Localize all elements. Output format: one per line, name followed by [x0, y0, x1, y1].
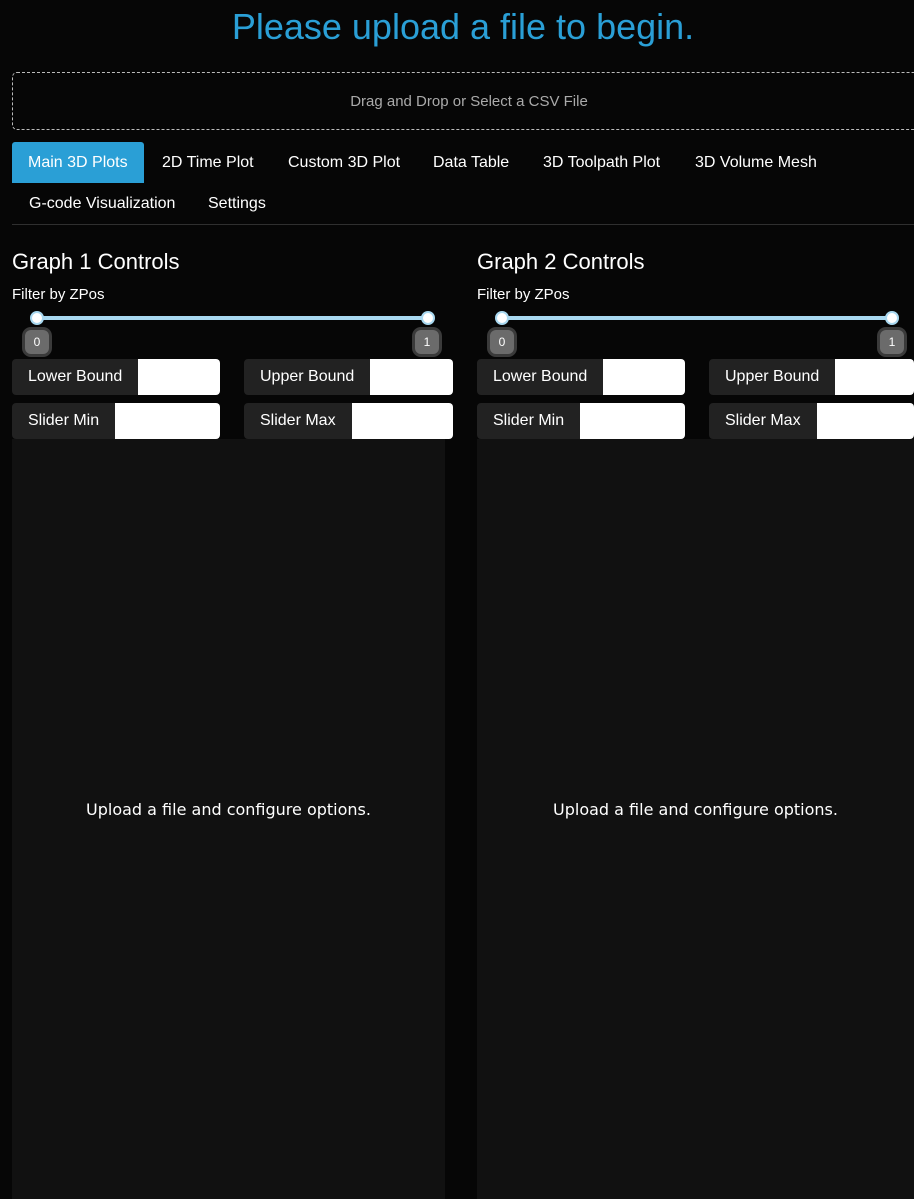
graph1-panel: Graph 1 Controls Filter by ZPos 0 1 Lowe…	[12, 248, 453, 1199]
graph1-slider-min-label: Slider Min	[12, 403, 116, 439]
graph1-heading: Graph 1 Controls	[12, 249, 180, 274]
graph1-slider-max-input[interactable]	[351, 403, 453, 439]
graph2-slider-min-label: Slider Min	[477, 403, 581, 439]
graph1-zpos-slider-track[interactable]	[37, 316, 428, 320]
graph1-slider-max-tooltip: 1	[415, 330, 439, 354]
csv-upload-dropzone[interactable]: Drag and Drop or Select a CSV File	[12, 72, 914, 130]
graph2-slider-min-input[interactable]	[580, 403, 685, 439]
graph1-plot-area[interactable]: Upload a file and configure options.	[12, 439, 445, 1199]
graph2-upper-bound-label: Upper Bound	[709, 359, 836, 395]
graph2-upper-bound-group: Upper Bound	[709, 359, 914, 395]
graph1-slider-max-group: Slider Max	[244, 403, 453, 439]
graph2-slider-max-group: Slider Max	[709, 403, 914, 439]
graph2-slider-max-input[interactable]	[816, 403, 914, 439]
graph1-filter-label: Filter by ZPos	[12, 286, 105, 303]
graph1-placeholder: Upload a file and configure options.	[86, 799, 371, 819]
tab-3d-toolpath-plot[interactable]: 3D Toolpath Plot	[527, 142, 676, 183]
graph2-filter-label: Filter by ZPos	[477, 286, 570, 303]
graph2-lower-bound-group: Lower Bound	[477, 359, 685, 395]
graph2-placeholder: Upload a file and configure options.	[553, 799, 838, 819]
tab-custom-3d-plot[interactable]: Custom 3D Plot	[272, 142, 416, 183]
graph2-slider-min-handle[interactable]	[495, 311, 509, 325]
graph2-slider-max-tooltip: 1	[880, 330, 904, 354]
graph2-zpos-slider-track[interactable]	[502, 316, 892, 320]
tab-gcode-visualization[interactable]: G-code Visualization	[13, 183, 191, 224]
tab-main-3d-plots[interactable]: Main 3D Plots	[12, 142, 144, 183]
graph1-slider-min-input[interactable]	[115, 403, 220, 439]
graph1-upper-bound-group: Upper Bound	[244, 359, 453, 395]
page-title: Please upload a file to begin.	[231, 6, 695, 47]
tab-3d-volume-mesh[interactable]: 3D Volume Mesh	[679, 142, 833, 183]
graph1-slider-min-handle[interactable]	[30, 311, 44, 325]
graph1-slider-min-tooltip: 0	[25, 330, 49, 354]
tab-bar: Main 3D Plots 2D Time Plot Custom 3D Plo…	[12, 142, 914, 225]
graph2-heading: Graph 2 Controls	[477, 249, 645, 274]
graph1-slider-min-group: Slider Min	[12, 403, 220, 439]
upload-label: Drag and Drop or Select a CSV File	[350, 92, 588, 110]
graph2-lower-bound-label: Lower Bound	[477, 359, 604, 395]
graph1-slider-max-handle[interactable]	[421, 311, 435, 325]
graph2-slider-max-handle[interactable]	[885, 311, 899, 325]
graph1-lower-bound-group: Lower Bound	[12, 359, 220, 395]
graph2-plot-area[interactable]: Upload a file and configure options.	[477, 439, 914, 1199]
graph1-lower-bound-label: Lower Bound	[12, 359, 139, 395]
graph2-slider-min-group: Slider Min	[477, 403, 685, 439]
graph2-slider-min-tooltip: 0	[490, 330, 514, 354]
graph1-lower-bound-input[interactable]	[138, 359, 220, 395]
graph1-upper-bound-input[interactable]	[370, 359, 453, 395]
graph2-slider-max-label: Slider Max	[709, 403, 817, 439]
graph1-upper-bound-label: Upper Bound	[244, 359, 371, 395]
tab-2d-time-plot[interactable]: 2D Time Plot	[146, 142, 270, 183]
graph1-slider-max-label: Slider Max	[244, 403, 352, 439]
graph2-upper-bound-input[interactable]	[835, 359, 914, 395]
tab-settings[interactable]: Settings	[192, 183, 282, 224]
graph2-lower-bound-input[interactable]	[603, 359, 685, 395]
tab-data-table[interactable]: Data Table	[417, 142, 525, 183]
graph2-panel: Graph 2 Controls Filter by ZPos 0 1 Lowe…	[477, 248, 914, 1199]
